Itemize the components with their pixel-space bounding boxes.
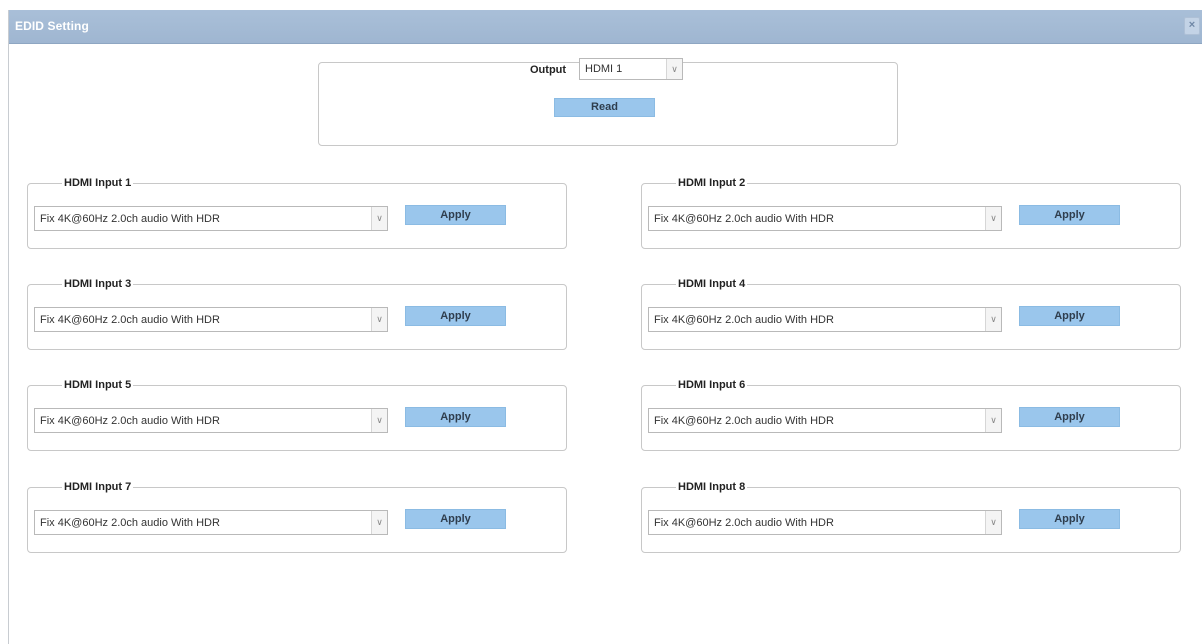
hdmi-input-8-apply-button[interactable]: Apply [1019, 509, 1120, 529]
dialog-titlebar[interactable]: EDID Setting × [9, 10, 1202, 44]
hdmi-input-1-select[interactable]: Fix 4K@60Hz 2.0ch audio With HDR ∨ [34, 206, 388, 231]
hdmi-input-7-group: HDMI Input 7 Fix 4K@60Hz 2.0ch audio Wit… [27, 481, 567, 553]
hdmi-input-1-label: HDMI Input 1 [64, 177, 132, 189]
hdmi-input-8-label: HDMI Input 8 [678, 481, 746, 493]
close-icon[interactable]: × [1184, 17, 1200, 35]
hdmi-input-1-apply-button[interactable]: Apply [405, 205, 506, 225]
chevron-down-icon: ∨ [985, 207, 1001, 230]
hdmi-input-2-select-value: Fix 4K@60Hz 2.0ch audio With HDR [654, 213, 834, 225]
hdmi-input-6-select[interactable]: Fix 4K@60Hz 2.0ch audio With HDR ∨ [648, 408, 1002, 433]
hdmi-input-7-label: HDMI Input 7 [64, 481, 132, 493]
hdmi-input-4-label: HDMI Input 4 [678, 278, 746, 290]
hdmi-input-5-apply-button[interactable]: Apply [405, 407, 506, 427]
hdmi-input-6-label: HDMI Input 6 [678, 379, 746, 391]
chevron-down-icon: ∨ [985, 308, 1001, 331]
hdmi-input-7-apply-button[interactable]: Apply [405, 509, 506, 529]
hdmi-input-2-label: HDMI Input 2 [678, 177, 746, 189]
hdmi-input-4-apply-button[interactable]: Apply [1019, 306, 1120, 326]
hdmi-input-6-group: HDMI Input 6 Fix 4K@60Hz 2.0ch audio Wit… [641, 379, 1181, 451]
hdmi-input-3-select[interactable]: Fix 4K@60Hz 2.0ch audio With HDR ∨ [34, 307, 388, 332]
hdmi-input-1-select-value: Fix 4K@60Hz 2.0ch audio With HDR [40, 213, 220, 225]
hdmi-input-6-apply-button[interactable]: Apply [1019, 407, 1120, 427]
hdmi-input-8-select[interactable]: Fix 4K@60Hz 2.0ch audio With HDR ∨ [648, 510, 1002, 535]
hdmi-input-1-group: HDMI Input 1 Fix 4K@60Hz 2.0ch audio Wit… [27, 177, 567, 249]
chevron-down-icon: ∨ [371, 207, 387, 230]
hdmi-input-2-select[interactable]: Fix 4K@60Hz 2.0ch audio With HDR ∨ [648, 206, 1002, 231]
chevron-down-icon: ∨ [985, 409, 1001, 432]
hdmi-input-5-select[interactable]: Fix 4K@60Hz 2.0ch audio With HDR ∨ [34, 408, 388, 433]
hdmi-input-4-group: HDMI Input 4 Fix 4K@60Hz 2.0ch audio Wit… [641, 278, 1181, 350]
hdmi-input-5-label: HDMI Input 5 [64, 379, 132, 391]
hdmi-input-8-group: HDMI Input 8 Fix 4K@60Hz 2.0ch audio Wit… [641, 481, 1181, 553]
hdmi-input-3-select-value: Fix 4K@60Hz 2.0ch audio With HDR [40, 314, 220, 326]
hdmi-input-8-select-value: Fix 4K@60Hz 2.0ch audio With HDR [654, 517, 834, 529]
hdmi-input-3-label: HDMI Input 3 [64, 278, 132, 290]
hdmi-input-5-select-value: Fix 4K@60Hz 2.0ch audio With HDR [40, 415, 220, 427]
hdmi-input-2-apply-button[interactable]: Apply [1019, 205, 1120, 225]
hdmi-input-6-select-value: Fix 4K@60Hz 2.0ch audio With HDR [654, 415, 834, 427]
chevron-down-icon: ∨ [985, 511, 1001, 534]
read-button[interactable]: Read [554, 98, 655, 117]
chevron-down-icon: ∨ [666, 59, 682, 79]
hdmi-input-4-select[interactable]: Fix 4K@60Hz 2.0ch audio With HDR ∨ [648, 307, 1002, 332]
output-label: Output [530, 64, 567, 76]
hdmi-input-3-apply-button[interactable]: Apply [405, 306, 506, 326]
chevron-down-icon: ∨ [371, 308, 387, 331]
output-select-value: HDMI 1 [585, 63, 623, 75]
hdmi-input-5-group: HDMI Input 5 Fix 4K@60Hz 2.0ch audio Wit… [27, 379, 567, 451]
hdmi-input-7-select-value: Fix 4K@60Hz 2.0ch audio With HDR [40, 517, 220, 529]
hdmi-input-2-group: HDMI Input 2 Fix 4K@60Hz 2.0ch audio Wit… [641, 177, 1181, 249]
output-select[interactable]: HDMI 1 ∨ [579, 58, 683, 80]
hdmi-input-7-select[interactable]: Fix 4K@60Hz 2.0ch audio With HDR ∨ [34, 510, 388, 535]
edid-setting-dialog: EDID Setting × Output HDMI 1 ∨ Read HDMI… [8, 10, 1202, 644]
dialog-title: EDID Setting [15, 19, 89, 33]
hdmi-input-3-group: HDMI Input 3 Fix 4K@60Hz 2.0ch audio Wit… [27, 278, 567, 350]
chevron-down-icon: ∨ [371, 511, 387, 534]
chevron-down-icon: ∨ [371, 409, 387, 432]
hdmi-input-4-select-value: Fix 4K@60Hz 2.0ch audio With HDR [654, 314, 834, 326]
